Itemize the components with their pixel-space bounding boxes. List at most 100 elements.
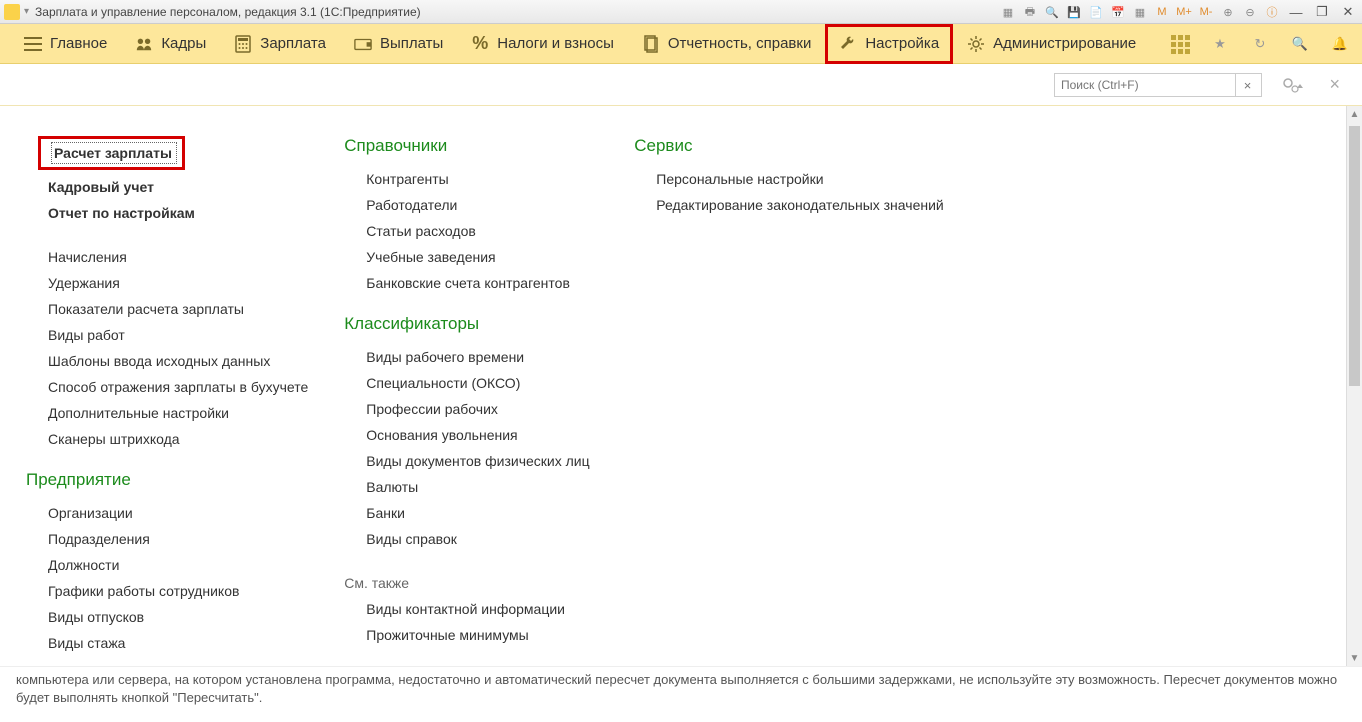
column-2: Справочники Контрагенты Работодатели Ста… [338,136,598,656]
search-input[interactable] [1055,78,1235,92]
toolbar-mplus-icon[interactable]: M+ [1176,4,1192,20]
scroll-thumb[interactable] [1349,126,1360,386]
link-input-templates[interactable]: Шаблоны ввода исходных данных [20,348,308,374]
toolbar-preview-icon[interactable]: 🔍 [1044,4,1060,20]
toolbar-calc-icon[interactable]: ▦ [1000,4,1016,20]
link-organizations[interactable]: Организации [20,500,308,526]
search-box: × [1054,73,1262,97]
vertical-scrollbar[interactable]: ▲ ▼ [1346,106,1362,666]
window-title: Зарплата и управление персоналом, редакц… [35,5,421,19]
link-worktime-types[interactable]: Виды рабочего времени [338,344,598,370]
toolbar-copy-icon[interactable]: 📄 [1088,4,1104,20]
menu-payments[interactable]: Выплаты [340,24,457,64]
menu-salary-label: Зарплата [260,35,326,52]
people-icon [135,35,153,53]
apps-grid-icon[interactable] [1170,34,1190,54]
link-hr-record[interactable]: Кадровый учет [20,174,308,200]
column-3: Сервис Персональные настройки Редактиров… [628,136,943,656]
link-specialties[interactable]: Специальности (ОКСО) [338,370,598,396]
menu-taxes[interactable]: % Налоги и взносы [457,24,628,64]
link-counterparties[interactable]: Контрагенты [338,166,598,192]
wallet-icon [354,35,372,53]
toolbar-zoomout-icon[interactable]: ⊖ [1242,4,1258,20]
toolbar-m-icon[interactable]: M [1154,4,1170,20]
toolbar-grid-icon[interactable]: ▦ [1132,4,1148,20]
link-contact-info-types[interactable]: Виды контактной информации [338,596,598,622]
window-close-button[interactable]: ✕ [1338,3,1358,21]
link-departments[interactable]: Подразделения [20,526,308,552]
percent-icon: % [471,35,489,53]
toolbar-calendar-icon[interactable]: 📅 [1110,4,1126,20]
link-edit-law-values[interactable]: Редактирование законодательных значений [628,192,943,218]
link-additional-settings[interactable]: Дополнительные настройки [20,400,308,426]
link-work-types[interactable]: Виды работ [20,322,308,348]
titlebar-dropdown-icon[interactable]: ▾ [24,6,29,17]
content-area: Расчет зарплаты Кадровый учет Отчет по н… [0,106,1362,666]
menu-taxes-label: Налоги и взносы [497,35,614,52]
hamburger-icon [24,35,42,53]
link-schools[interactable]: Учебные заведения [338,244,598,270]
link-expense-items[interactable]: Статьи расходов [338,218,598,244]
link-personal-settings[interactable]: Персональные настройки [628,166,943,192]
menu-reports[interactable]: Отчетность, справки [628,24,825,64]
search-clear-button[interactable]: × [1235,74,1259,96]
panel-close-button[interactable]: × [1329,74,1340,95]
toolbar-save-icon[interactable]: 💾 [1066,4,1082,20]
link-counterparty-accounts[interactable]: Банковские счета контрагентов [338,270,598,296]
menu-settings-label: Настройка [865,35,939,52]
link-seniority-types[interactable]: Виды стажа [20,630,308,656]
star-icon[interactable]: ★ [1210,34,1230,54]
toolbar-print-icon[interactable]: 🖶 [1022,4,1038,20]
calculator-icon [234,35,252,53]
window-minimize-button[interactable]: — [1286,3,1306,21]
toolbar-info-icon[interactable]: ⓘ [1264,4,1280,20]
menu-salary[interactable]: Зарплата [220,24,340,64]
group-catalogs: Справочники [344,136,598,156]
link-banks[interactable]: Банки [338,500,598,526]
gear-icon [967,35,985,53]
link-vacation-types[interactable]: Виды отпусков [20,604,308,630]
menu-hr-label: Кадры [161,35,206,52]
menu-payments-label: Выплаты [380,35,443,52]
app-logo-icon [4,4,20,20]
titlebar: ▾ Зарплата и управление персоналом, реда… [0,0,1362,24]
toolbar-zoomin-icon[interactable]: ⊕ [1220,4,1236,20]
link-salary-calc[interactable]: Расчет зарплаты [51,142,177,164]
link-dismissal-reasons[interactable]: Основания увольнения [338,422,598,448]
toolbar-mminus-icon[interactable]: M- [1198,4,1214,20]
link-barcode-scanners[interactable]: Сканеры штрихкода [20,426,308,452]
group-enterprise: Предприятие [26,470,308,490]
main-menubar: Главное Кадры Зарплата Выплаты % Налоги … [0,24,1362,64]
wrench-icon [839,35,857,53]
search-row: × × [0,64,1362,106]
link-deductions[interactable]: Удержания [20,270,308,296]
group-classifiers: Классификаторы [344,314,598,334]
menu-hr[interactable]: Кадры [121,24,220,64]
link-positions[interactable]: Должности [20,552,308,578]
menu-main-label: Главное [50,35,107,52]
view-settings-button[interactable] [1276,72,1310,98]
link-salary-indicators[interactable]: Показатели расчета зарплаты [20,296,308,322]
bell-icon[interactable]: 🔔 [1330,34,1350,54]
link-document-types[interactable]: Виды документов физических лиц [338,448,598,474]
menu-main[interactable]: Главное [10,24,121,64]
menu-admin[interactable]: Администрирование [953,24,1150,64]
link-currencies[interactable]: Валюты [338,474,598,500]
link-employers[interactable]: Работодатели [338,192,598,218]
link-settings-report[interactable]: Отчет по настройкам [20,200,308,226]
link-subsistence-min[interactable]: Прожиточные минимумы [338,622,598,648]
link-accounting-reflection[interactable]: Способ отражения зарплаты в бухучете [20,374,308,400]
menu-settings[interactable]: Настройка [825,24,953,64]
link-accruals[interactable]: Начисления [20,244,308,270]
scroll-down-icon[interactable]: ▼ [1347,650,1362,666]
link-worker-professions[interactable]: Профессии рабочих [338,396,598,422]
link-cert-types[interactable]: Виды справок [338,526,598,552]
group-seealso: См. также [338,570,598,596]
link-work-schedules[interactable]: Графики работы сотрудников [20,578,308,604]
history-icon[interactable]: ↻ [1250,34,1270,54]
window-restore-button[interactable]: ❐ [1312,3,1332,21]
search-icon[interactable]: 🔍 [1290,34,1310,54]
footer-text: компьютера или сервера, на котором устан… [0,666,1362,722]
scroll-up-icon[interactable]: ▲ [1347,106,1362,122]
column-1: Расчет зарплаты Кадровый учет Отчет по н… [20,136,308,656]
